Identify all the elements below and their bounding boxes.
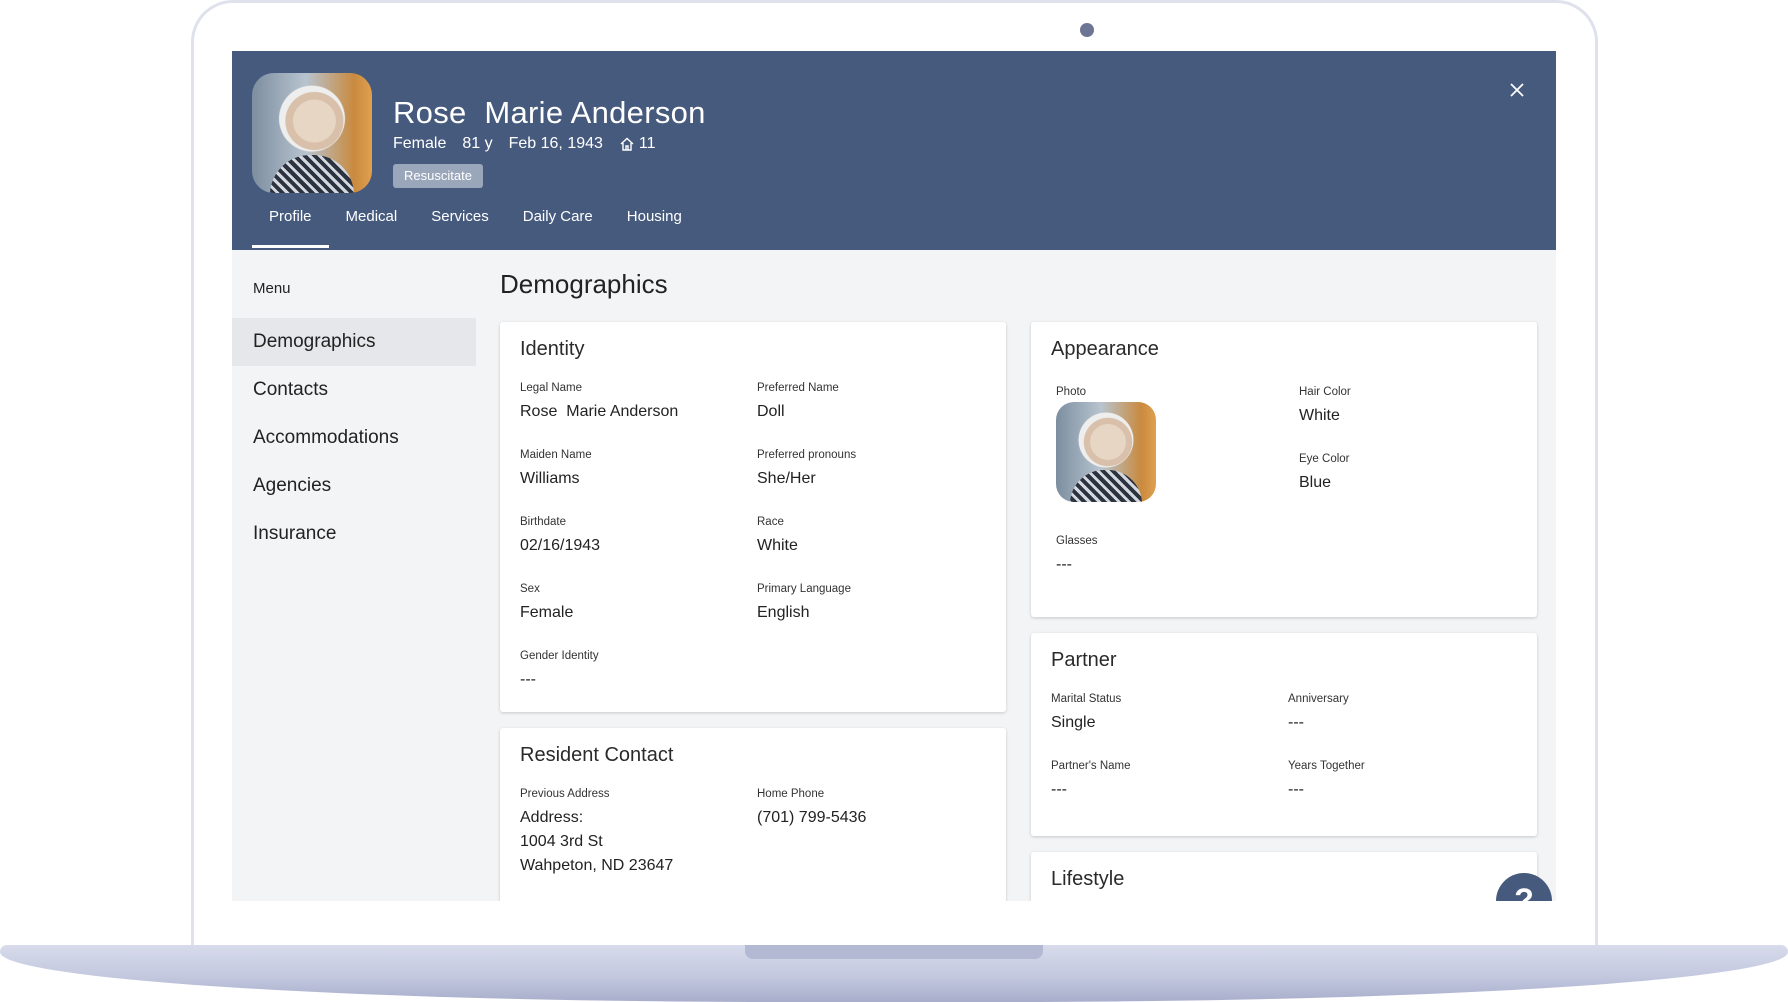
pronouns-value: She/Her [757,470,816,487]
preferred-name-label: Preferred Name [757,382,839,394]
resident-sex: Female [393,135,447,152]
sex-value: Female [520,604,574,621]
resident-avatar [252,73,372,193]
anniversary-label: Anniversary [1288,693,1349,705]
resident-contact-card: Resident Contact Previous Address Addres… [500,728,1006,901]
close-icon [1510,83,1524,97]
race-value: White [757,537,798,554]
partner-title: Partner [1051,649,1117,671]
partner-name-label: Partner's Name [1051,760,1131,772]
birthdate-value: 02/16/1943 [520,537,601,554]
code-status-badge: Resuscitate [393,164,483,188]
menu-item-demographics[interactable]: Demographics [232,318,476,366]
app-screen: Rose Marie Anderson Female 81 y Feb 16, … [232,51,1556,901]
home-phone-label: Home Phone [757,788,825,800]
previous-address-label: Previous Address [520,788,610,800]
identity-title: Identity [520,338,585,360]
years-together-label: Years Together [1288,760,1365,772]
previous-address-value: Address: 1004 3rd St Wahpeton, ND 23647 [520,809,674,874]
appearance-title: Appearance [1051,338,1159,360]
resident-room: 11 [619,135,656,153]
language-label: Primary Language [757,583,851,595]
eye-color-value: Blue [1299,474,1332,491]
marital-status-value: Single [1051,714,1096,731]
language-value: English [757,604,810,621]
resident-tabs: Profile Medical Services Daily Care Hous… [252,202,699,248]
menu-title: Menu [253,280,291,297]
language-field: Primary Language English [757,583,851,625]
laptop-notch [745,945,1043,959]
legal-name-value: Rose Marie Anderson [520,403,679,420]
resident-name: Rose Marie Anderson [393,95,706,130]
resident-age: 81 y [462,135,493,152]
birthdate-field: Birthdate 02/16/1943 [520,516,600,558]
resident-photo[interactable] [1056,402,1156,502]
home-phone-field: Home Phone (701) 799-5436 [757,788,866,830]
preferred-name-field: Preferred Name Doll [757,382,839,424]
sex-field: Sex Female [520,583,573,625]
legal-name-field: Legal Name Rose Marie Anderson [520,382,678,424]
room-number: 11 [638,135,656,152]
hair-color-field: Hair Color White [1299,386,1351,428]
partner-name-value: --- [1051,781,1067,798]
pronouns-label: Preferred pronouns [757,449,857,461]
hair-color-value: White [1299,407,1340,424]
home-icon [620,137,634,151]
resident-meta: Female 81 y Feb 16, 1943 11 [393,135,656,153]
partner-name-field: Partner's Name --- [1051,760,1131,802]
menu-item-accommodations[interactable]: Accommodations [232,414,476,462]
sex-label: Sex [520,583,540,595]
eye-color-field: Eye Color Blue [1299,453,1350,495]
appearance-card: Appearance Photo Hair Color White Eye Co… [1031,322,1537,617]
tab-services[interactable]: Services [414,202,506,248]
tab-medical[interactable]: Medical [329,202,415,248]
page-title: Demographics [500,269,668,299]
marital-status-field: Marital Status Single [1051,693,1121,735]
years-together-field: Years Together --- [1288,760,1365,802]
anniversary-field: Anniversary --- [1288,693,1349,735]
marital-status-label: Marital Status [1051,693,1122,705]
menu-item-insurance[interactable]: Insurance [232,510,476,558]
resident-birth: Feb 16, 1943 [508,135,603,152]
photo-label: Photo [1056,386,1087,398]
photo-field: Photo [1056,386,1086,398]
race-label: Race [757,516,784,528]
partner-card: Partner Marital Status Single Anniversar… [1031,633,1537,836]
gender-identity-field: Gender Identity --- [520,650,599,692]
eye-color-label: Eye Color [1299,453,1350,465]
resident-contact-title: Resident Contact [520,744,674,766]
glasses-value: --- [1056,556,1072,573]
tab-daily-care[interactable]: Daily Care [506,202,610,248]
camera [1080,23,1094,37]
tab-housing[interactable]: Housing [610,202,699,248]
gender-identity-label: Gender Identity [520,650,599,662]
glasses-label: Glasses [1056,535,1098,547]
maiden-name-field: Maiden Name Williams [520,449,592,491]
tab-profile[interactable]: Profile [252,202,329,248]
anniversary-value: --- [1288,714,1304,731]
years-together-value: --- [1288,781,1304,798]
home-phone-value: (701) 799-5436 [757,809,867,826]
maiden-name-value: Williams [520,470,580,487]
lifestyle-title: Lifestyle [1051,868,1125,890]
pronouns-field: Preferred pronouns She/Her [757,449,856,491]
identity-card: Identity Legal Name Rose Marie Anderson … [500,322,1006,712]
gender-identity-value: --- [520,671,536,688]
hair-color-label: Hair Color [1299,386,1351,398]
resident-header: Rose Marie Anderson Female 81 y Feb 16, … [232,51,1556,250]
legal-name-label: Legal Name [520,382,583,394]
menu-item-contacts[interactable]: Contacts [232,366,476,414]
birthdate-label: Birthdate [520,516,567,528]
menu-item-agencies[interactable]: Agencies [232,462,476,510]
lifestyle-card: Lifestyle [1031,852,1537,901]
maiden-name-label: Maiden Name [520,449,592,461]
previous-address-field: Previous Address Address: 1004 3rd St Wa… [520,788,673,878]
close-button[interactable] [1506,79,1528,101]
race-field: Race White [757,516,798,558]
preferred-name-value: Doll [757,403,785,420]
glasses-field: Glasses --- [1056,535,1098,577]
